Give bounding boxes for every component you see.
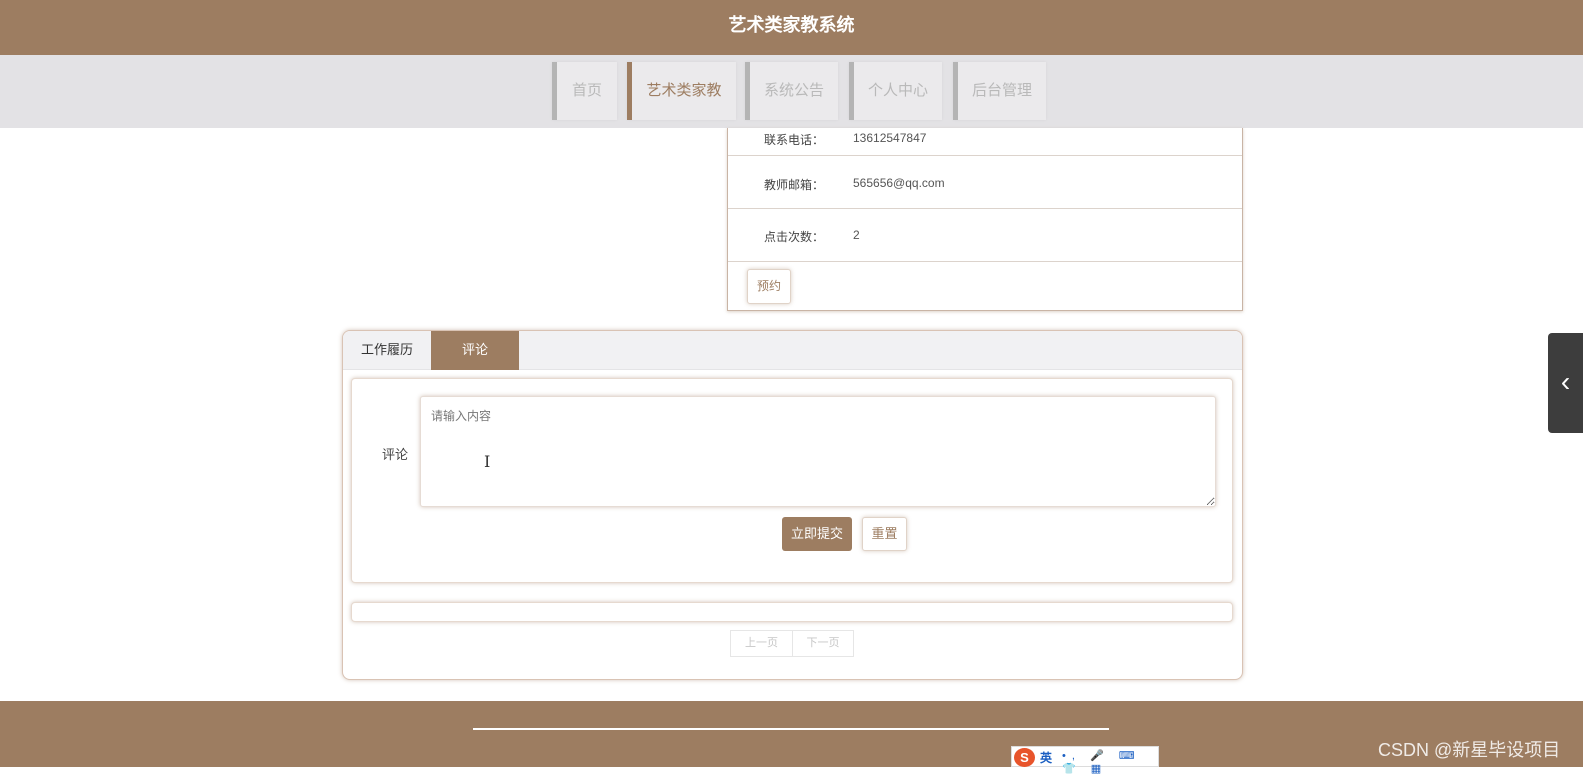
tab-bar: 工作履历 评论	[343, 331, 1242, 370]
book-button[interactable]: 预约	[747, 269, 791, 304]
side-drawer-toggle[interactable]: ‹	[1548, 333, 1583, 433]
detail-row-clicks: 点击次数： 2	[728, 210, 1242, 262]
site-title: 艺术类家教系统	[728, 15, 855, 35]
comment-input[interactable]	[420, 396, 1216, 507]
tutor-detail-box: 联系电话： 13612547847 教师邮箱： 565656@qq.com 点击…	[727, 128, 1243, 311]
site-footer	[0, 701, 1583, 767]
detail-label: 联系电话：	[764, 133, 825, 147]
watermark: CSDN @新星毕设项目	[1378, 740, 1561, 760]
detail-row-email: 教师邮箱： 565656@qq.com	[728, 157, 1242, 209]
comment-form: 评论 立即提交 重置	[351, 378, 1233, 583]
ime-tool-icons[interactable]: •, 🎤 ⌨ 👕 ▦	[1062, 749, 1158, 775]
detail-label: 点击次数：	[764, 230, 825, 244]
prev-page-button[interactable]: 上一页	[731, 631, 792, 656]
tab-panel: 工作履历 评论 评论 立即提交 重置 上一页下一页	[342, 330, 1243, 680]
comment-list	[351, 602, 1233, 622]
submit-button[interactable]: 立即提交	[782, 517, 852, 551]
nav-item-art-tutor[interactable]: 艺术类家教	[627, 62, 736, 120]
next-page-button[interactable]: 下一页	[792, 631, 853, 656]
tab-work-history[interactable]: 工作履历	[343, 331, 431, 370]
ime-toolbar[interactable]: S 英 •, 🎤 ⌨ 👕 ▦	[1011, 746, 1159, 775]
ime-language-toggle[interactable]: 英	[1040, 749, 1052, 766]
footer-divider	[473, 728, 1109, 730]
tab-comments[interactable]: 评论	[431, 331, 519, 370]
detail-value: 565656@qq.com	[853, 176, 945, 190]
reset-button[interactable]: 重置	[862, 517, 907, 551]
detail-label: 教师邮箱：	[764, 178, 825, 192]
chevron-left-icon: ‹	[1560, 366, 1571, 397]
text-cursor-icon: I	[484, 452, 491, 471]
nav-item-home[interactable]: 首页	[552, 62, 617, 120]
ime-logo-icon: S	[1014, 748, 1035, 767]
detail-value: 2	[853, 228, 860, 242]
pagination: 上一页 下一页	[730, 630, 854, 657]
site-header: 艺术类家教系统	[0, 0, 1583, 55]
detail-value: 13612547847	[853, 131, 927, 145]
detail-row-phone: 联系电话： 13612547847	[728, 104, 1242, 156]
comment-label: 评论	[382, 447, 409, 462]
